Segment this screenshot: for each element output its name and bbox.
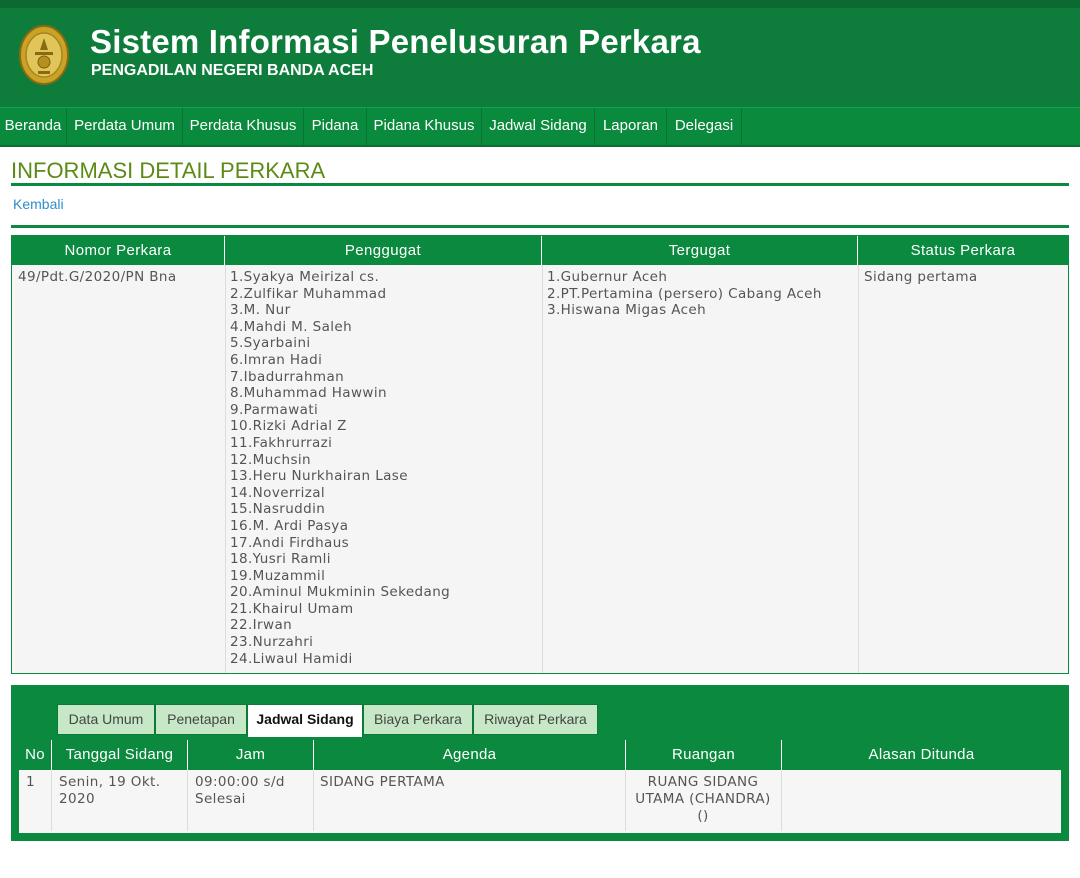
penggugat-item: 14.Noverrizal (230, 484, 326, 501)
jam-line: Selesai (195, 791, 246, 807)
nav-item-perdata-khusus[interactable]: Perdata Khusus (183, 108, 304, 145)
penggugat-item: 16.M. Ardi Pasya (230, 517, 349, 534)
site-subtitle: PENGADILAN NEGERI BANDA ACEH (91, 62, 374, 79)
schedule-table: No Tanggal Sidang Jam Agenda Ruangan Ala… (19, 740, 1061, 833)
penggugat-item: 13.Heru Nurkhairan Lase (230, 468, 408, 485)
row-tanggal-sidang: Senin, 19 Okt. 2020 (59, 774, 160, 808)
jam-line: 09:00:00 s/d (195, 774, 285, 790)
tergugat-list: 1.Gubernur Aceh 2.PT.Pertamina (persero)… (547, 269, 822, 319)
back-link[interactable]: Kembali (13, 196, 64, 212)
penggugat-item: 12.Muchsin (230, 451, 311, 468)
penggugat-item: 22.Irwan (230, 617, 293, 634)
penggugat-item: 23.Nurzahri (230, 634, 314, 651)
tergugat-item: 2.PT.Pertamina (persero) Cabang Aceh (547, 285, 822, 302)
site-header: Sistem Informasi Penelusuran Perkara PEN… (0, 0, 1080, 107)
ruangan-line: () (697, 808, 709, 824)
penggugat-item: 19.Muzammil (230, 567, 326, 584)
status-perkara-value: Sidang pertama (864, 269, 978, 285)
penggugat-item: 8.Muhammad Hawwin (230, 385, 387, 402)
penggugat-item: 3.M. Nur (230, 302, 291, 319)
penggugat-item: 15.Nasruddin (230, 501, 326, 518)
column-header-penggugat: Penggugat (225, 236, 542, 265)
nav-item-laporan[interactable]: Laporan (595, 108, 667, 145)
nomor-perkara-value: 49/Pdt.G/2020/PN Bna (18, 269, 177, 285)
page-title: INFORMASI DETAIL PERKARA (11, 158, 326, 183)
column-header-alasan-ditunda: Alasan Ditunda (781, 740, 1061, 770)
row-ruangan: RUANG SIDANG UTAMA (CHANDRA) () (625, 774, 781, 825)
nav-item-jadwal-sidang[interactable]: Jadwal Sidang (482, 108, 595, 145)
nav-item-delegasi[interactable]: Delegasi (667, 108, 742, 145)
main-nav: Beranda Perdata Umum Perdata Khusus Pida… (0, 107, 1080, 147)
row-no: 1 (26, 774, 35, 790)
nav-item-pidana-khusus[interactable]: Pidana Khusus (367, 108, 482, 145)
row-jam: 09:00:00 s/d Selesai (195, 774, 285, 808)
column-divider (51, 770, 52, 831)
penggugat-item: 17.Andi Firdhaus (230, 534, 350, 551)
column-header-jam: Jam (187, 740, 313, 770)
penggugat-item: 2.Zulfikar Muhammad (230, 285, 387, 302)
penggugat-list: 1.Syakya Meirizal cs. 2.Zulfikar Muhamma… (230, 269, 450, 667)
penggugat-item: 20.Aminul Mukminin Sekedang (230, 584, 451, 601)
column-header-ruangan: Ruangan (625, 740, 781, 770)
row-agenda: SIDANG PERTAMA (320, 774, 445, 790)
column-divider (781, 770, 782, 831)
case-detail-table: Nomor Perkara Penggugat Tergugat Status … (11, 235, 1069, 674)
column-header-no: No (19, 740, 51, 770)
penggugat-item: 1.Syakya Meirizal cs. (230, 269, 380, 285)
penggugat-item: 21.Khairul Umam (230, 600, 354, 617)
penggugat-item: 24.Liwaul Hamidi (230, 650, 353, 667)
section-divider (11, 225, 1069, 228)
tab-data-umum[interactable]: Data Umum (57, 704, 155, 735)
penggugat-item: 10.Rizki Adrial Z (230, 418, 347, 435)
court-emblem-logo (19, 25, 69, 85)
tanggal-line: 2020 (59, 791, 95, 807)
column-divider (858, 265, 859, 673)
column-divider (225, 265, 226, 673)
penggugat-item: 11.Fakhrurrazi (230, 434, 333, 451)
column-divider (542, 265, 543, 673)
penggugat-item: 7.Ibadurrahman (230, 368, 345, 385)
column-divider (187, 770, 188, 831)
tergugat-item: 3.Hiswana Migas Aceh (547, 302, 707, 319)
title-divider (11, 183, 1069, 186)
tab-riwayat-perkara[interactable]: Riwayat Perkara (473, 704, 598, 735)
penggugat-item: 9.Parmawati (230, 401, 319, 418)
tab-jadwal-sidang[interactable]: Jadwal Sidang (247, 704, 363, 737)
penggugat-item: 18.Yusri Ramli (230, 551, 331, 568)
column-header-nomor-perkara: Nomor Perkara (12, 236, 225, 265)
penggugat-item: 5.Syarbaini (230, 335, 311, 352)
site-title: Sistem Informasi Penelusuran Perkara (90, 23, 701, 60)
column-header-agenda: Agenda (313, 740, 625, 770)
nav-item-beranda[interactable]: Beranda (0, 108, 67, 145)
case-detail-tabs-panel: Data Umum Penetapan Jadwal Sidang Biaya … (11, 685, 1069, 841)
ruangan-line: RUANG SIDANG (647, 774, 759, 790)
column-header-status-perkara: Status Perkara (858, 236, 1068, 265)
nav-item-perdata-umum[interactable]: Perdata Umum (67, 108, 183, 145)
column-header-tanggal-sidang: Tanggal Sidang (51, 740, 187, 770)
column-divider (313, 770, 314, 831)
tab-biaya-perkara[interactable]: Biaya Perkara (363, 704, 473, 735)
tanggal-line: Senin, 19 Okt. (59, 774, 161, 790)
tergugat-item: 1.Gubernur Aceh (547, 269, 668, 285)
tab-penetapan[interactable]: Penetapan (155, 704, 247, 735)
ruangan-line: UTAMA (CHANDRA) (635, 791, 771, 807)
penggugat-item: 6.Imran Hadi (230, 351, 323, 368)
penggugat-item: 4.Mahdi M. Saleh (230, 318, 353, 335)
nav-item-pidana[interactable]: Pidana (304, 108, 367, 145)
column-header-tergugat: Tergugat (542, 236, 858, 265)
